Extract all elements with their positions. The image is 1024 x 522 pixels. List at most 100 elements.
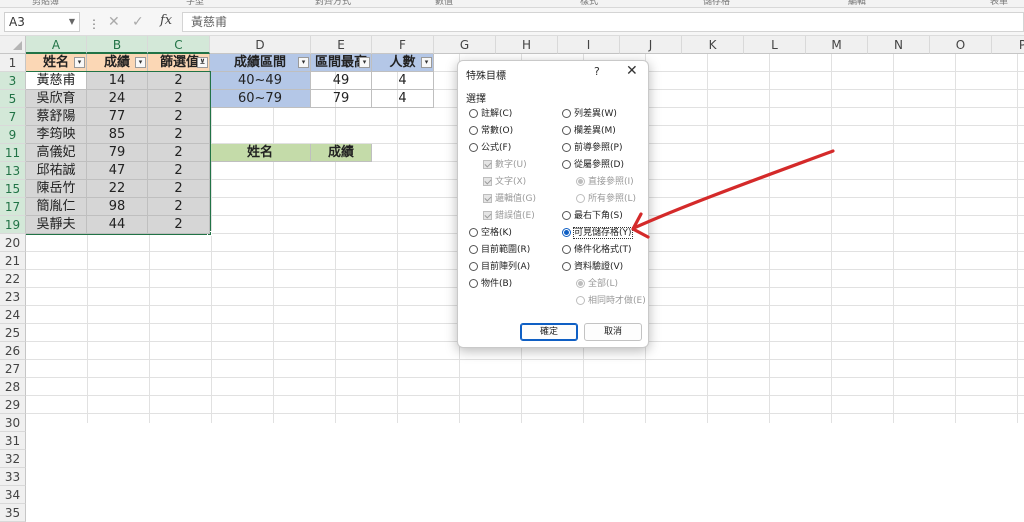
option-right_options-3[interactable]: 從屬參照(D) [562, 159, 624, 173]
row-header-20[interactable]: 20 [0, 234, 26, 252]
column-header-p[interactable]: P [992, 36, 1024, 54]
radio-button-icon[interactable] [562, 126, 571, 135]
row-header-19[interactable]: 19 [0, 216, 26, 234]
more-options-icon[interactable]: ⋮ [88, 17, 100, 31]
data-cell-filter[interactable]: 2 [148, 108, 210, 126]
row-header-24[interactable]: 24 [0, 306, 26, 324]
column-header-n[interactable]: N [868, 36, 930, 54]
enter-icon[interactable]: ✓ [132, 14, 144, 30]
row-header-33[interactable]: 33 [0, 468, 26, 486]
data-cell-name[interactable]: 陳岳竹 [26, 180, 87, 198]
data-cell-filter[interactable]: 2 [148, 216, 210, 234]
column-header-m[interactable]: M [806, 36, 868, 54]
option-left_options-10[interactable]: 物件(B) [469, 278, 512, 292]
range-cell[interactable]: 60~79 [210, 90, 311, 108]
radio-button-icon[interactable] [469, 262, 478, 271]
row-header-26[interactable]: 26 [0, 342, 26, 360]
result-header-name[interactable]: 姓名 [210, 144, 311, 162]
range-cell[interactable]: 40~49 [210, 72, 311, 90]
row-header-22[interactable]: 22 [0, 270, 26, 288]
column-header-e[interactable]: E [311, 36, 372, 54]
row-header-9[interactable]: 9 [0, 126, 26, 144]
radio-button-icon[interactable] [469, 109, 478, 118]
row-header-5[interactable]: 5 [0, 90, 26, 108]
data-cell-name[interactable]: 吳靜夫 [26, 216, 87, 234]
filter-dropdown-icon[interactable]: ▾ [135, 57, 146, 68]
option-left_options-8[interactable]: 目前範圍(R) [469, 244, 530, 258]
data-cell-filter[interactable]: 2 [148, 198, 210, 216]
filter-dropdown-icon[interactable]: ▾ [74, 57, 85, 68]
row-header-13[interactable]: 13 [0, 162, 26, 180]
option-right_options-8[interactable]: 條件化格式(T) [562, 244, 632, 258]
option-right_options-6[interactable]: 最右下角(S) [562, 210, 623, 224]
radio-button-icon[interactable] [469, 126, 478, 135]
range-cell[interactable]: 4 [372, 90, 434, 108]
option-right_options-7[interactable]: 可見儲存格(Y) [562, 227, 633, 241]
option-left_options-2[interactable]: 公式(F) [469, 142, 511, 156]
radio-button-icon[interactable] [469, 245, 478, 254]
data-cell-name[interactable]: 高儀妃 [26, 144, 87, 162]
select-all-corner[interactable] [0, 36, 26, 54]
radio-button-icon[interactable] [469, 228, 478, 237]
ok-button[interactable]: 確定 [520, 323, 578, 341]
row-header-29[interactable]: 29 [0, 396, 26, 414]
range-cell[interactable]: 49 [311, 72, 372, 90]
column-header-f[interactable]: F [372, 36, 434, 54]
option-right_options-1[interactable]: 欄差異(M) [562, 125, 616, 139]
radio-button-icon[interactable] [469, 279, 478, 288]
data-cell-name[interactable]: 簡胤仁 [26, 198, 87, 216]
data-cell-score[interactable]: 47 [87, 162, 148, 180]
insert-function-icon[interactable]: fx [160, 13, 172, 28]
help-icon[interactable]: ? [594, 65, 600, 78]
column-header-a[interactable]: A [26, 36, 87, 54]
row-header-3[interactable]: 3 [0, 72, 26, 90]
range-header-2[interactable]: 人數 ▾ [372, 54, 434, 72]
column-header-k[interactable]: K [682, 36, 744, 54]
formula-input[interactable]: 黃慈甫 [182, 12, 1024, 32]
column-header-i[interactable]: I [558, 36, 620, 54]
data-cell-filter[interactable]: 2 [148, 72, 210, 90]
data-cell-name[interactable]: 蔡舒陽 [26, 108, 87, 126]
row-header-27[interactable]: 27 [0, 360, 26, 378]
data-cell-filter[interactable]: 2 [148, 162, 210, 180]
data-cell-score[interactable]: 77 [87, 108, 148, 126]
radio-button-icon[interactable] [562, 262, 571, 271]
column-header-b[interactable]: B [87, 36, 148, 54]
option-left_options-9[interactable]: 目前陣列(A) [469, 261, 530, 275]
range-header-1[interactable]: 區間最高 ▾ [311, 54, 372, 72]
row-header-1[interactable]: 1 [0, 54, 26, 72]
filter-dropdown-icon[interactable]: ▾ [421, 57, 432, 68]
row-header-25[interactable]: 25 [0, 324, 26, 342]
filter-dropdown-icon[interactable]: ▾ [359, 57, 370, 68]
radio-button-icon[interactable] [562, 228, 571, 237]
data-cell-score[interactable]: 44 [87, 216, 148, 234]
result-header-score[interactable]: 成績 [311, 144, 372, 162]
column-header-h[interactable]: H [496, 36, 558, 54]
data-cell-filter[interactable]: 2 [148, 90, 210, 108]
data-cell-name[interactable]: 吳欣育 [26, 90, 87, 108]
radio-button-icon[interactable] [469, 143, 478, 152]
data-cell-score[interactable]: 98 [87, 198, 148, 216]
name-box[interactable]: A3 ▼ [4, 12, 80, 32]
filter-dropdown-icon[interactable]: ▾ [298, 57, 309, 68]
range-cell[interactable]: 4 [372, 72, 434, 90]
row-header-32[interactable]: 32 [0, 450, 26, 468]
data-cell-filter[interactable]: 2 [148, 144, 210, 162]
data-cell-name[interactable]: 邱祐誠 [26, 162, 87, 180]
column-header-c[interactable]: C [148, 36, 210, 54]
column-header-j[interactable]: J [620, 36, 682, 54]
data-cell-filter[interactable]: 2 [148, 126, 210, 144]
option-left_options-7[interactable]: 空格(K) [469, 227, 512, 241]
radio-button-icon[interactable] [562, 245, 571, 254]
close-icon[interactable]: ✕ [626, 63, 638, 79]
data-cell-score[interactable]: 24 [87, 90, 148, 108]
data-cell-score[interactable]: 79 [87, 144, 148, 162]
data-cell-score[interactable]: 22 [87, 180, 148, 198]
row-header-21[interactable]: 21 [0, 252, 26, 270]
data-cell-name[interactable]: 李筠映 [26, 126, 87, 144]
header-cell-score[interactable]: 成績 ▾ [87, 54, 148, 72]
option-left_options-0[interactable]: 註解(C) [469, 108, 512, 122]
option-left_options-1[interactable]: 常數(O) [469, 125, 513, 139]
option-right_options-9[interactable]: 資料驗證(V) [562, 261, 623, 275]
option-right_options-0[interactable]: 列差異(W) [562, 108, 617, 122]
